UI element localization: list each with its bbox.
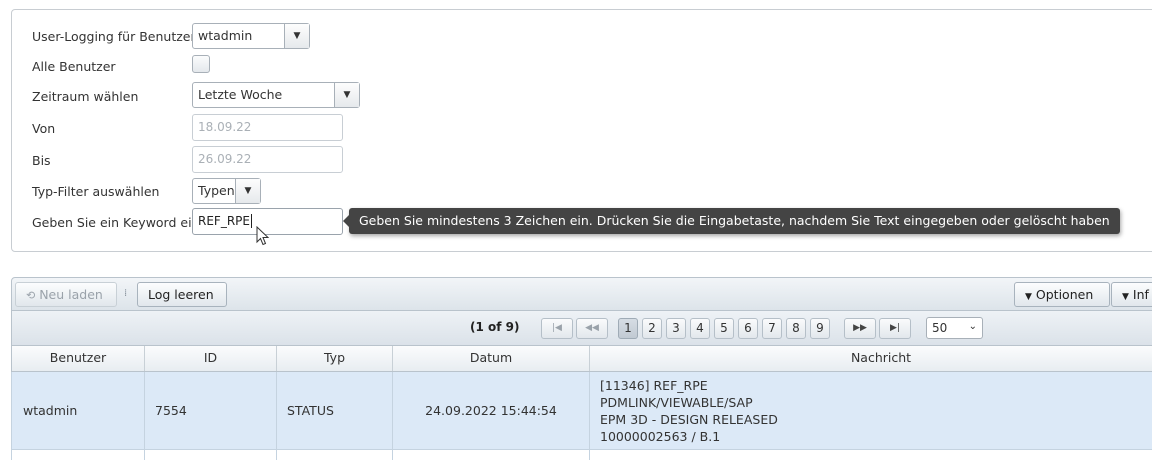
page-button-8[interactable]: 8	[786, 318, 806, 339]
page-button-1[interactable]: 1	[618, 318, 638, 339]
clear-log-button[interactable]: Log leeren	[137, 282, 227, 307]
page-button-4[interactable]: 4	[690, 318, 710, 339]
info-button[interactable]: ▼ Inf	[1111, 282, 1152, 307]
log-toolbar: ⟲ Neu laden ⁞ Log leeren ▼ Optionen ▼ In…	[11, 277, 1152, 311]
info-button-label: Inf	[1132, 287, 1149, 302]
cell-type: STATUS	[277, 372, 393, 449]
reload-button-label: Neu laden	[39, 287, 103, 302]
from-date-input[interactable]: 18.09.22	[192, 114, 343, 141]
options-button[interactable]: ▼ Optionen	[1014, 282, 1110, 307]
reload-button[interactable]: ⟲ Neu laden	[15, 282, 117, 307]
table-header: Benutzer ID Typ Datum Nachricht	[11, 346, 1152, 372]
next-page-icon[interactable]: ▶▶	[844, 318, 876, 339]
message-line: PDMLINK/VIEWABLE/SAP	[600, 394, 753, 410]
triangle-down-icon[interactable]: ▼	[284, 24, 309, 48]
page-button-7[interactable]: 7	[762, 318, 782, 339]
triangle-down-icon[interactable]: ▼	[235, 179, 260, 203]
keyword-input-value: REF_RPE	[198, 214, 250, 228]
cell-date: 24.09.2022 15:44:54	[393, 372, 590, 449]
user-label: User-Logging für Benutzer	[32, 29, 196, 44]
page-button-2[interactable]: 2	[642, 318, 662, 339]
all-users-checkbox[interactable]	[192, 55, 210, 73]
mouse-cursor-icon	[256, 226, 270, 246]
type-filter-select[interactable]: Typen ▼	[192, 178, 261, 204]
page-button-5[interactable]: 5	[714, 318, 734, 339]
column-header-user[interactable]: Benutzer	[12, 346, 145, 371]
last-page-icon[interactable]: ▶|	[879, 318, 911, 339]
type-filter-label: Typ-Filter auswählen	[32, 184, 160, 199]
table-row[interactable]: wtadmin 7554 STATUS 24.09.2022 15:44:54 …	[11, 372, 1152, 450]
message-line: 10000002563 / B.1	[600, 428, 721, 444]
all-users-label: Alle Benutzer	[32, 59, 116, 74]
cell-id: 7554	[145, 372, 277, 449]
paginator: (1 of 9) |◀ ◀◀ 1 2 3 4 5 6 7 8 9 ▶▶ ▶| 5…	[11, 311, 1152, 346]
page-button-6[interactable]: 6	[738, 318, 758, 339]
prev-page-icon[interactable]: ◀◀	[576, 318, 608, 339]
cell-message: [11346] REF_RPE PDMLINK/VIEWABLE/SAP EPM…	[590, 372, 1152, 449]
column-header-id[interactable]: ID	[145, 346, 277, 371]
keyword-label: Geben Sie ein Keyword ein	[32, 215, 200, 230]
user-select-value: wtadmin	[198, 28, 253, 43]
user-select[interactable]: wtadmin ▼	[192, 23, 310, 49]
page-button-3[interactable]: 3	[666, 318, 686, 339]
chevron-down-icon: ⌄	[968, 321, 977, 332]
keyword-tooltip: Geben Sie mindestens 3 Zeichen ein. Drüc…	[343, 208, 1120, 234]
period-label: Zeitraum wählen	[32, 89, 139, 104]
page-size-select[interactable]: 50 ⌄	[926, 317, 983, 339]
period-select-value: Letzte Woche	[198, 87, 283, 102]
message-line: EPM 3D - DESIGN RELEASED	[600, 411, 778, 427]
text-cursor	[250, 214, 252, 228]
toolbar-separator-icon: ⁞	[124, 288, 128, 299]
column-header-date[interactable]: Datum	[393, 346, 590, 371]
triangle-down-icon[interactable]: ▼	[334, 83, 359, 107]
to-label: Bis	[32, 153, 51, 168]
period-select[interactable]: Letzte Woche ▼	[192, 82, 360, 108]
triangle-down-icon: ▼	[1025, 292, 1032, 302]
first-page-icon[interactable]: |◀	[541, 318, 573, 339]
type-filter-value: Typen	[198, 183, 235, 198]
column-header-type[interactable]: Typ	[277, 346, 393, 371]
page-size-value: 50	[932, 321, 948, 335]
page-button-9[interactable]: 9	[810, 318, 830, 339]
column-header-message[interactable]: Nachricht	[590, 346, 1152, 371]
triangle-down-icon: ▼	[1122, 292, 1129, 302]
options-button-label: Optionen	[1035, 287, 1094, 302]
cell-user: wtadmin	[12, 372, 145, 449]
table-row-partial	[11, 450, 1152, 460]
refresh-icon: ⟲	[26, 289, 36, 302]
message-line: [11346] REF_RPE	[600, 377, 708, 393]
to-date-input[interactable]: 26.09.22	[192, 146, 343, 173]
page-count: (1 of 9)	[470, 320, 520, 334]
from-label: Von	[32, 121, 56, 136]
